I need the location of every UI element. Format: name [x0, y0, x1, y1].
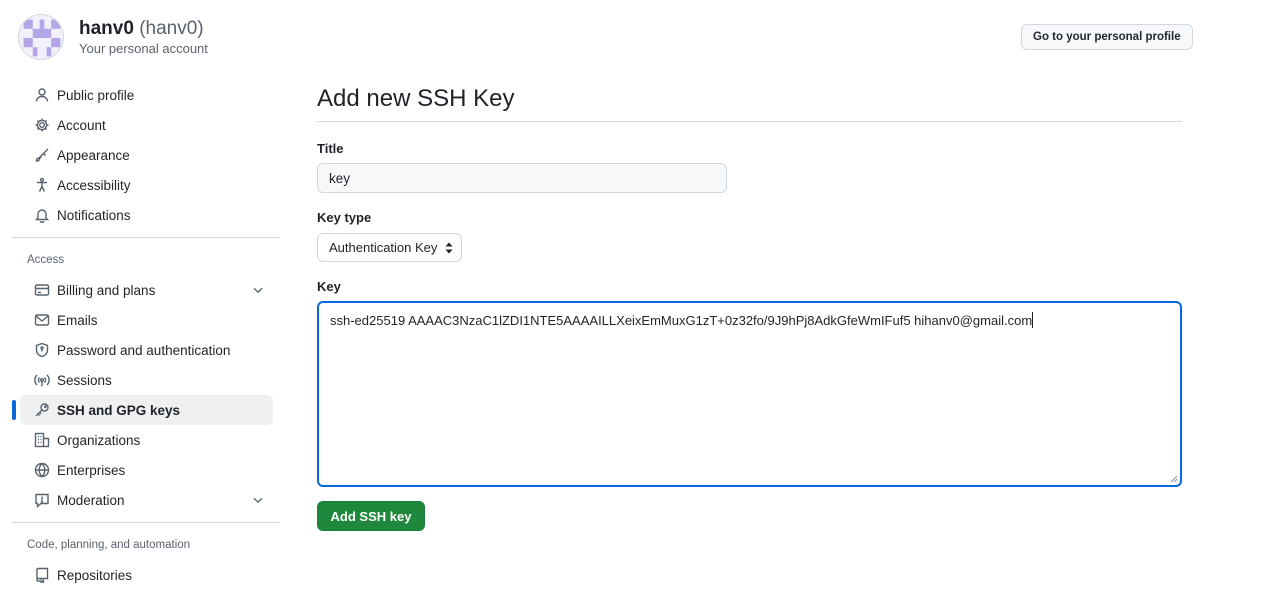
sidebar-item-emails[interactable]: Emails [20, 305, 273, 335]
accessibility-icon [34, 177, 50, 193]
resize-handle-icon[interactable] [1170, 475, 1178, 483]
sidebar-item-billing[interactable]: Billing and plans [20, 275, 273, 305]
sidebar-item-enterprises[interactable]: Enterprises [20, 455, 273, 485]
credit-card-icon [34, 282, 50, 298]
sidebar-item-sessions[interactable]: Sessions [20, 365, 273, 395]
sidebar-item-account[interactable]: Account [20, 110, 273, 140]
organization-icon [34, 432, 50, 448]
sidebar-item-moderation[interactable]: Moderation [20, 485, 273, 515]
sidebar-item-label: Emails [57, 312, 98, 328]
select-arrows-icon [445, 242, 453, 254]
page-title: Add new SSH Key [317, 80, 1182, 122]
sidebar-item-label: Password and authentication [57, 342, 231, 358]
bell-icon [34, 207, 50, 223]
sidebar-item-label: Appearance [57, 147, 130, 163]
sidebar-item-accessibility[interactable]: Accessibility [20, 170, 273, 200]
sidebar-item-label: Account [57, 117, 106, 133]
globe-icon [34, 462, 50, 478]
sidebar-section-code: Code, planning, and automation [27, 539, 191, 551]
go-to-profile-button[interactable]: Go to your personal profile [1021, 24, 1193, 50]
sidebar-item-ssh-gpg-keys[interactable]: SSH and GPG keys [12, 395, 273, 425]
login-name: (hanv0) [139, 18, 204, 39]
shield-lock-icon [34, 342, 50, 358]
mail-icon [34, 312, 50, 328]
title-label: Title [317, 141, 344, 156]
sidebar-item-label: Organizations [57, 432, 141, 448]
gear-icon [34, 117, 50, 133]
identicon-icon [19, 15, 63, 59]
account-header: hanv0 (hanv0) Your personal account Go t… [18, 12, 1193, 62]
sidebar-item-label: Repositories [57, 567, 133, 583]
key-label: Key [317, 279, 341, 294]
sidebar-divider [12, 237, 280, 238]
settings-sidebar: Public profile Account Appearance Access… [12, 80, 280, 596]
key-textarea[interactable]: ssh-ed25519 AAAAC3NzaC1lZDI1NTE5AAAAILLX… [317, 301, 1182, 487]
sidebar-item-password[interactable]: Password and authentication [20, 335, 273, 365]
broadcast-icon [34, 372, 50, 388]
repo-icon [34, 567, 50, 583]
sidebar-item-notifications[interactable]: Notifications [20, 200, 273, 230]
display-name: hanv0 [79, 18, 134, 39]
sidebar-item-public-profile[interactable]: Public profile [20, 80, 273, 110]
sidebar-item-label: SSH and GPG keys [57, 402, 181, 418]
avatar[interactable] [18, 14, 64, 60]
sidebar-item-organizations[interactable]: Organizations [20, 425, 273, 455]
sidebar-item-label: Sessions [57, 372, 112, 388]
chevron-down-icon[interactable] [251, 283, 265, 297]
sidebar-divider [12, 522, 280, 523]
key-type-select[interactable]: Authentication Key [317, 233, 462, 262]
sidebar-item-label: Public profile [57, 87, 135, 103]
sidebar-section-access: Access [27, 254, 65, 266]
text-caret [1032, 312, 1034, 328]
key-text: ssh-ed25519 AAAAC3NzaC1lZDI1NTE5AAAAILLX… [330, 313, 1033, 328]
account-subtitle: Your personal account [79, 41, 208, 56]
report-icon [34, 492, 50, 508]
sidebar-item-label: Accessibility [57, 177, 131, 193]
paintbrush-icon [34, 147, 50, 163]
sidebar-item-label: Billing and plans [57, 282, 156, 298]
person-icon [34, 87, 50, 103]
add-ssh-key-form: Add new SSH Key Title Key type Authentic… [317, 80, 1182, 531]
account-name[interactable]: hanv0 (hanv0) [79, 18, 204, 40]
sidebar-item-repositories[interactable]: Repositories [20, 560, 273, 590]
chevron-down-icon[interactable] [251, 493, 265, 507]
sidebar-item-appearance[interactable]: Appearance [20, 140, 273, 170]
key-icon [34, 402, 50, 418]
sidebar-item-label: Moderation [57, 492, 125, 508]
key-type-value: Authentication Key [329, 240, 438, 255]
sidebar-item-label: Enterprises [57, 462, 126, 478]
add-ssh-key-button[interactable]: Add SSH key [317, 501, 425, 531]
key-type-label: Key type [317, 210, 372, 225]
title-input[interactable] [317, 163, 727, 193]
sidebar-item-label: Notifications [57, 207, 131, 223]
